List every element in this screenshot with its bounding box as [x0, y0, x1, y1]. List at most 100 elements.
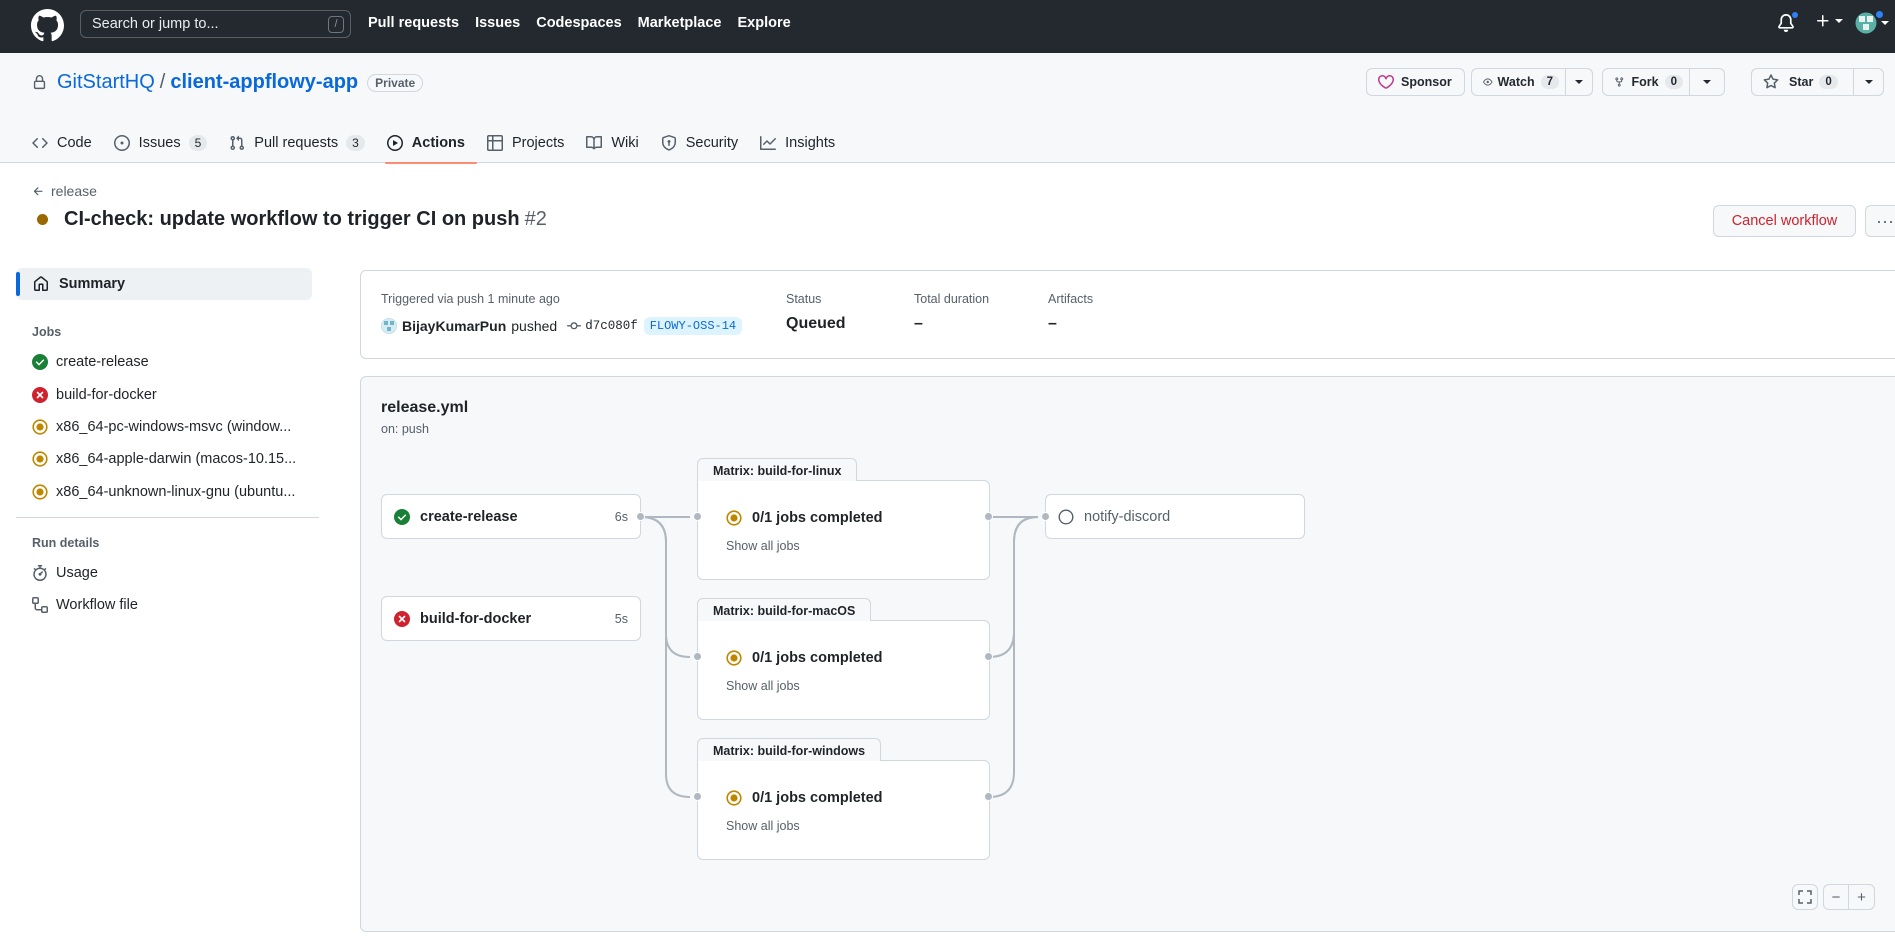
queued-icon — [32, 484, 48, 500]
sidebar-job-macos[interactable]: x86_64-apple-darwin (macos-10.15... — [32, 451, 296, 467]
nav-marketplace[interactable]: Marketplace — [638, 15, 722, 31]
star-count: 0 — [1819, 75, 1838, 89]
fork-button[interactable]: Fork 0 — [1602, 68, 1690, 96]
tab-projects[interactable]: Projects — [486, 123, 564, 163]
actor-link[interactable]: BijayKumarPun — [402, 318, 506, 334]
cancel-workflow-button[interactable]: Cancel workflow — [1713, 205, 1856, 237]
repo-tabs: Code Issues 5 Pull requests 3 Actions Pr… — [32, 123, 857, 164]
tab-wiki[interactable]: Wiki — [586, 123, 639, 163]
back-to-workflow-link[interactable]: release — [32, 183, 97, 199]
star-dropdown-button[interactable] — [1854, 68, 1884, 96]
show-all-jobs-link[interactable]: Show all jobs — [726, 539, 800, 553]
pending-circle-icon — [1058, 508, 1074, 525]
sidebar-job-label: x86_64-pc-windows-msvc (window... — [56, 419, 292, 435]
tab-actions[interactable]: Actions — [384, 123, 478, 164]
nav-codespaces[interactable]: Codespaces — [536, 15, 621, 31]
show-all-jobs-link[interactable]: Show all jobs — [726, 819, 800, 833]
nav-explore[interactable]: Explore — [737, 15, 790, 31]
notifications-button[interactable] — [1777, 11, 1799, 33]
repo-owner-link[interactable]: GitStartHQ — [57, 71, 155, 94]
matrix-macos-title: Matrix: build-for-macOS — [697, 598, 872, 621]
search-input-box[interactable]: / — [80, 10, 351, 38]
star-button[interactable]: Star 0 — [1751, 68, 1854, 96]
matrix-progress-label: 0/1 jobs completed — [752, 650, 883, 666]
sidebar-jobs-heading: Jobs — [32, 325, 62, 339]
matrix-build-for-linux[interactable]: 0/1 jobs completed Show all jobs — [697, 480, 990, 580]
tab-issues-label: Issues — [138, 135, 181, 151]
sidebar-item-usage[interactable]: Usage — [32, 565, 98, 581]
issues-count: 5 — [188, 135, 208, 151]
matrix-windows-title: Matrix: build-for-windows — [697, 738, 882, 761]
sidebar-job-windows[interactable]: x86_64-pc-windows-msvc (window... — [32, 419, 291, 435]
run-status-indicator — [37, 214, 48, 225]
trigger-details: BijayKumarPun pushed d7c080f FLOWY-OSS-1… — [381, 317, 743, 335]
github-logo-icon[interactable] — [31, 9, 64, 42]
queued-icon — [32, 419, 48, 435]
branch-tag[interactable]: FLOWY-OSS-14 — [643, 317, 743, 335]
back-link-label: release — [51, 183, 97, 199]
usage-label: Usage — [56, 565, 98, 581]
search-input[interactable] — [92, 16, 312, 32]
more-options-button[interactable]: ··· — [1865, 205, 1895, 237]
run-title: CI-check: update workflow to trigger CI … — [37, 208, 547, 231]
sponsor-button[interactable]: Sponsor — [1366, 68, 1465, 96]
fork-action: Fork 0 — [1602, 68, 1725, 96]
matrix-build-for-macos[interactable]: 0/1 jobs completed Show all jobs — [697, 620, 990, 720]
caret-down-icon — [1864, 80, 1873, 84]
tab-code[interactable]: Code — [32, 123, 92, 163]
queued-icon — [726, 790, 742, 806]
watch-button[interactable]: Watch 7 — [1471, 68, 1566, 96]
user-status-dot — [1875, 10, 1884, 19]
sidebar-job-build-for-docker[interactable]: build-for-docker — [32, 387, 157, 403]
connector-node — [984, 652, 993, 661]
matrix-build-for-windows[interactable]: 0/1 jobs completed Show all jobs — [697, 760, 990, 860]
commit-link[interactable]: d7c080f — [567, 319, 638, 333]
pull-request-icon — [230, 135, 245, 151]
caret-down-icon — [1835, 19, 1843, 23]
nav-pull-requests[interactable]: Pull requests — [368, 15, 459, 31]
watch-count: 7 — [1540, 75, 1559, 89]
plus-icon — [1817, 15, 1829, 27]
graph-job-create-release[interactable]: create-release 6s — [381, 494, 641, 539]
tab-pull-requests-label: Pull requests — [254, 135, 339, 151]
code-icon — [32, 137, 48, 149]
sidebar-job-linux[interactable]: x86_64-unknown-linux-gnu (ubuntu... — [32, 484, 295, 500]
sidebar-job-create-release[interactable]: create-release — [32, 354, 149, 370]
tab-security-label: Security — [685, 135, 739, 151]
repo-name-link[interactable]: client-appflowy-app — [170, 71, 358, 94]
tab-pull-requests[interactable]: Pull requests 3 — [229, 123, 365, 163]
show-all-jobs-link[interactable]: Show all jobs — [726, 679, 800, 693]
zoom-out-button[interactable]: − — [1823, 884, 1849, 910]
sidebar-summary-label: Summary — [59, 276, 126, 292]
user-menu-button[interactable] — [1855, 10, 1890, 34]
workflow-file-icon — [32, 597, 48, 613]
zoom-in-button[interactable]: + — [1849, 884, 1875, 910]
sponsor-action: Sponsor — [1366, 68, 1465, 96]
nav-issues[interactable]: Issues — [475, 15, 520, 31]
graph-job-label: build-for-docker — [420, 610, 532, 627]
star-icon — [1763, 74, 1779, 89]
avatar[interactable] — [381, 318, 397, 334]
connector-node — [636, 512, 645, 521]
create-new-button[interactable] — [1815, 13, 1844, 29]
connector-node — [693, 652, 702, 661]
fullscreen-button[interactable] — [1792, 884, 1818, 910]
star-label: Star — [1789, 75, 1814, 89]
graph-job-notify-discord[interactable]: notify-discord — [1045, 494, 1305, 539]
tab-insights[interactable]: Insights — [760, 123, 835, 163]
fork-label: Fork — [1631, 75, 1659, 89]
sidebar-job-label: x86_64-unknown-linux-gnu (ubuntu... — [56, 484, 296, 500]
graph-job-build-for-docker[interactable]: build-for-docker 5s — [381, 596, 641, 641]
watch-dropdown-button[interactable] — [1566, 68, 1593, 96]
tab-security[interactable]: Security — [661, 123, 738, 163]
notification-dot — [1791, 11, 1799, 19]
sidebar-item-summary[interactable]: Summary — [16, 268, 312, 300]
fork-dropdown-button[interactable] — [1690, 68, 1725, 96]
fullscreen-icon — [1798, 890, 1812, 904]
sidebar-item-workflow-file[interactable]: Workflow file — [32, 597, 138, 613]
x-circle-icon — [394, 610, 410, 627]
tab-issues[interactable]: Issues 5 — [113, 123, 208, 163]
run-title-text: CI-check: update workflow to trigger CI … — [64, 208, 520, 230]
graph-job-label: create-release — [420, 508, 518, 525]
watch-label: Watch — [1497, 75, 1535, 89]
